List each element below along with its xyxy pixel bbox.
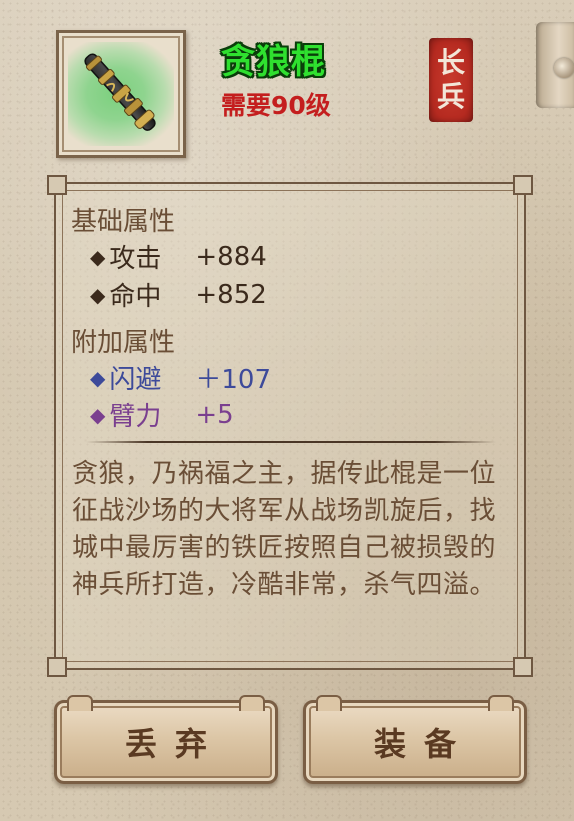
stat-name: 命中 (109, 282, 162, 312)
item-icon-frame[interactable] (56, 30, 186, 158)
level-requirement: 需要90级 (221, 91, 331, 120)
stat-row-attack: ◆ 攻击 +884 (90, 238, 267, 275)
stat-row-accuracy: ◆ 命中 +852 (90, 276, 267, 313)
discard-button[interactable]: 丢弃 (54, 695, 278, 784)
extra-attributes-title: 附加属性 (71, 328, 176, 358)
stat-value: +852 (195, 279, 267, 310)
stat-value: ＋107 (195, 365, 272, 395)
stat-value: +884 (195, 241, 267, 272)
stat-row-dodge: ◆ 闪避 ＋107 (90, 359, 271, 396)
stat-row-strength: ◆ 臂力 +5 (90, 396, 234, 433)
equip-button[interactable]: 装备 (303, 695, 527, 784)
corner-ornament (513, 175, 533, 195)
seal-char-1: 长 (436, 46, 465, 79)
item-description: 贪狼，乃祸福之主，据传此棍是一位征战沙场的大将军从战场凯旋后，找城中最厉害的铁匠… (72, 459, 497, 600)
equip-button-label: 装备 (373, 725, 474, 763)
weapon-type-seal: 长 兵 (429, 38, 473, 122)
staff-weapon-icon (68, 42, 174, 146)
stat-name: 臂力 (109, 402, 162, 432)
scroll-knob-icon (554, 58, 574, 78)
stat-name: 闪避 (109, 365, 162, 395)
bullet-diamond-icon: ◆ (90, 402, 106, 427)
corner-ornament (513, 657, 533, 677)
base-attributes-title: 基础属性 (71, 207, 176, 237)
bullet-diamond-icon: ◆ (90, 282, 106, 307)
discard-button-label: 丢弃 (124, 725, 225, 763)
stat-value: +5 (195, 399, 234, 430)
bullet-diamond-icon: ◆ (90, 244, 106, 269)
section-divider (86, 441, 496, 443)
seal-char-2: 兵 (436, 80, 465, 113)
corner-ornament (47, 657, 67, 677)
bullet-diamond-icon: ◆ (90, 365, 106, 390)
item-name: 贪狼棍 (221, 42, 326, 82)
stat-name: 攻击 (109, 244, 162, 274)
corner-ornament (47, 175, 67, 195)
item-detail-panel: 贪狼棍 需要90级 长 兵 基础属性 ◆ 攻击 +884 ◆ 命中 +852 附… (0, 0, 574, 821)
